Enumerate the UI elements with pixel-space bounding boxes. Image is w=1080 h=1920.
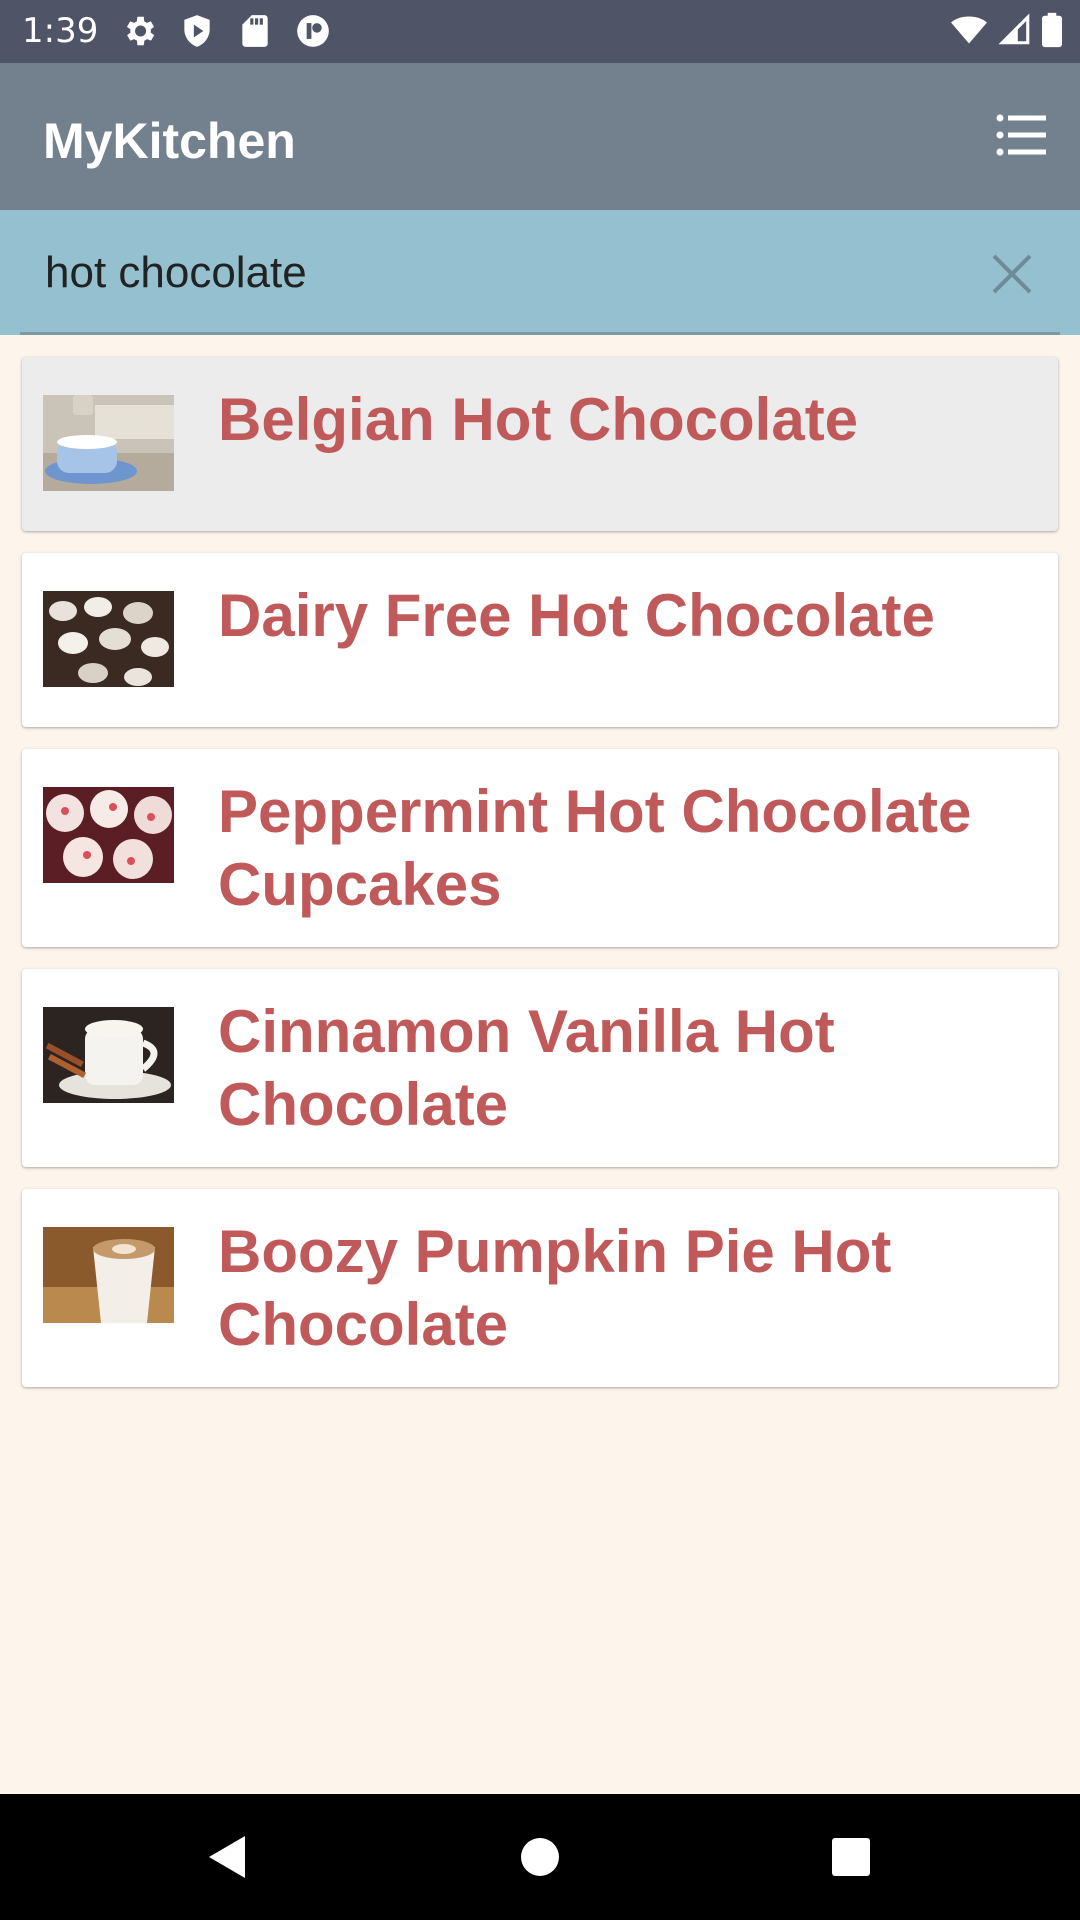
- list-item[interactable]: Dairy Free Hot Chocolate: [22, 553, 1058, 727]
- search-underline: [20, 332, 1060, 335]
- recents-icon: [832, 1838, 870, 1876]
- result-title: Belgian Hot Chocolate: [218, 386, 859, 453]
- status-bar: 1:39: [0, 0, 1080, 63]
- thumb-peppermint-cupcakes: [43, 787, 174, 883]
- shield-play-icon: [184, 15, 210, 47]
- menu-button[interactable]: [994, 107, 1050, 163]
- status-left-icons: [120, 12, 332, 50]
- home-button[interactable]: [515, 1832, 565, 1882]
- battery-icon: [1042, 12, 1062, 48]
- wifi-icon: [951, 16, 987, 44]
- recents-button[interactable]: [826, 1832, 876, 1882]
- navigation-bar: [0, 1794, 1080, 1920]
- thumb-dairy-free-hot-chocolate: [43, 591, 174, 687]
- search-input[interactable]: [43, 240, 947, 306]
- thumb-belgian-hot-chocolate: [43, 395, 174, 491]
- list-menu-icon: [996, 114, 1046, 156]
- result-title: Dairy Free Hot Chocolate: [218, 582, 935, 649]
- list-item[interactable]: Belgian Hot Chocolate: [22, 357, 1058, 531]
- results-list: Belgian Hot Chocolate Dairy Free Hot Cho…: [22, 357, 1058, 1409]
- search-bar: [0, 210, 1080, 335]
- result-title: Peppermint Hot Chocolate Cupcakes: [218, 778, 972, 918]
- home-icon: [521, 1838, 559, 1876]
- list-item[interactable]: Peppermint Hot Chocolate Cupcakes: [22, 749, 1058, 947]
- status-right-icons: [950, 12, 1062, 48]
- result-title: Boozy Pumpkin Pie Hot Chocolate: [218, 1218, 892, 1358]
- back-button[interactable]: [203, 1832, 253, 1882]
- close-icon: [992, 254, 1032, 294]
- list-item[interactable]: Cinnamon Vanilla Hot Chocolate: [22, 969, 1058, 1167]
- thumb-cinnamon-vanilla: [43, 1007, 174, 1103]
- back-icon: [209, 1836, 245, 1878]
- status-time: 1:39: [22, 11, 99, 51]
- result-title: Cinnamon Vanilla Hot Chocolate: [218, 998, 835, 1138]
- list-item[interactable]: Boozy Pumpkin Pie Hot Chocolate: [22, 1189, 1058, 1387]
- signal-icon: [998, 13, 1030, 45]
- app-badge-icon: [297, 15, 329, 47]
- settings-icon: [126, 16, 155, 46]
- clear-search-button[interactable]: [990, 252, 1034, 296]
- app-bar: MyKitchen: [0, 63, 1080, 210]
- thumb-boozy-pumpkin-pie: [43, 1227, 174, 1323]
- app-title: MyKitchen: [43, 113, 296, 169]
- sd-card-icon: [242, 15, 268, 47]
